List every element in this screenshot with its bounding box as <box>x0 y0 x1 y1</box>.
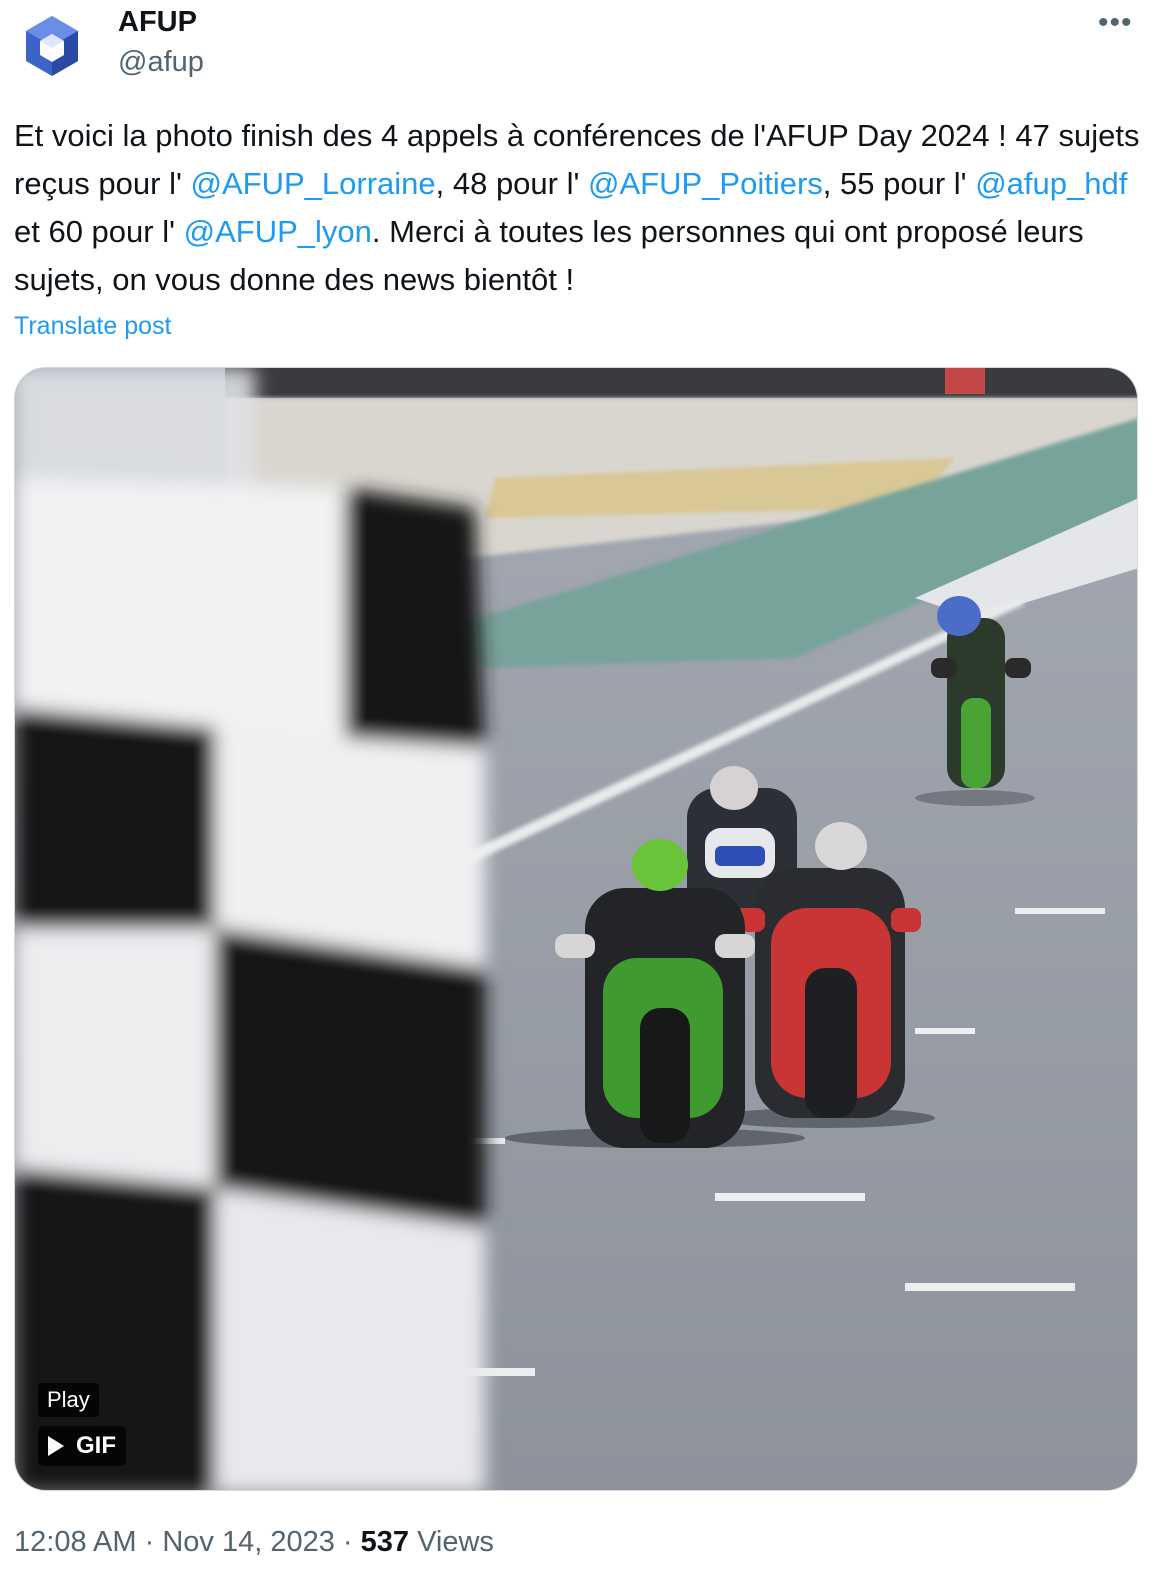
more-dots-icon[interactable]: ••• <box>1098 6 1133 40</box>
post-metadata: 12:08 AM · Nov 14, 2023 · 537 Views <box>14 1526 494 1559</box>
mention-link[interactable]: @afup_hdf <box>975 166 1127 201</box>
gif-play-button[interactable]: GIF <box>38 1426 126 1466</box>
mention-link[interactable]: @AFUP_Lorraine <box>191 166 436 201</box>
post-text: Et voici la photo finish des 4 appels à … <box>14 112 1154 304</box>
account-name[interactable]: AFUP <box>118 6 197 39</box>
avatar[interactable] <box>14 8 90 84</box>
gif-label: GIF <box>76 1432 116 1459</box>
separator: · <box>144 1526 155 1558</box>
views-label: Views <box>417 1526 494 1558</box>
post-date[interactable]: Nov 14, 2023 <box>162 1526 335 1558</box>
afup-cube-logo-icon <box>14 8 90 84</box>
post-time[interactable]: 12:08 AM <box>14 1526 137 1558</box>
post-text-segment: , 48 pour l' <box>435 166 589 201</box>
translate-post-link[interactable]: Translate post <box>14 312 171 341</box>
mention-link[interactable]: @AFUP_Poitiers <box>588 166 823 201</box>
gif-media[interactable] <box>14 367 1138 1491</box>
play-tooltip: Play <box>38 1383 99 1417</box>
race-photo-image <box>15 368 1137 1490</box>
play-triangle-icon <box>48 1436 64 1456</box>
post-text-segment: et 60 pour l' <box>14 214 184 249</box>
mention-link[interactable]: @AFUP_lyon <box>184 214 372 249</box>
views-count: 537 <box>360 1526 410 1558</box>
post-text-segment: , 55 pour l' <box>822 166 976 201</box>
separator: · <box>342 1526 353 1558</box>
account-handle[interactable]: @afup <box>118 46 204 79</box>
